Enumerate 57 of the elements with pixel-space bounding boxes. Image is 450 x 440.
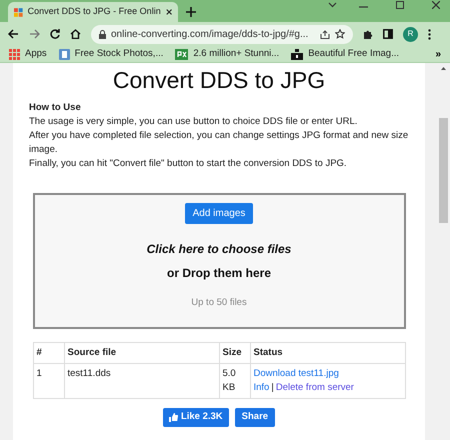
bookmark-item[interactable]: Free Stock Photos,...	[58, 46, 164, 62]
scroll-up-icon[interactable]	[441, 67, 446, 70]
download-link[interactable]: Download test11.jpg	[254, 367, 339, 381]
delete-link[interactable]: Delete from server	[276, 381, 354, 395]
puzzle-icon[interactable]	[363, 29, 373, 39]
thumbs-up-icon	[168, 413, 178, 422]
more-bookmarks-button[interactable]: »	[435, 46, 441, 62]
camera-icon	[291, 48, 304, 60]
link-separator: |	[271, 381, 274, 395]
back-arrow-icon[interactable]	[8, 29, 19, 39]
address-bar[interactable]: online-converting.com/image/dds-to-jpg/#g...	[91, 24, 353, 44]
new-tab-icon[interactable]	[186, 7, 196, 17]
table-cell: test11.dds	[64, 364, 219, 398]
page-title: Convert DDS to JPG	[112, 66, 326, 95]
close-icon[interactable]	[166, 8, 172, 16]
tab-title: Convert DDS to JPG - Free Onlin	[28, 5, 161, 18]
forward-arrow-icon[interactable]	[29, 29, 40, 39]
home-icon[interactable]	[70, 29, 81, 39]
column-header: #	[33, 342, 64, 364]
table-cell: 5.0 KB	[219, 364, 250, 398]
choose-files-text: Click here to choose files	[146, 241, 292, 258]
column-header: Size	[219, 342, 250, 364]
more-menu-icon[interactable]	[428, 28, 431, 40]
like-button[interactable]: Like 2.3K	[162, 408, 229, 427]
apps-grid-icon	[9, 48, 20, 60]
browser-tab[interactable]: Convert DDS to JPG - Free Onlin	[8, 2, 178, 22]
close-icon[interactable]	[432, 1, 440, 9]
table-cell: 1	[33, 364, 64, 398]
bookmark-item[interactable]: Beautiful Free Imag...	[291, 46, 400, 62]
bookmark-item[interactable]: 2.6 million+ Stunni...	[175, 46, 280, 62]
chevron-down-icon[interactable]	[328, 2, 337, 8]
instruction-text: After you have completed file selection, you can change settings JPG format and new size image.	[29, 129, 409, 157]
px-logo-icon	[175, 48, 188, 60]
scrollbar-thumb[interactable]	[439, 118, 448, 223]
column-header: Source file	[64, 342, 219, 364]
bookmark-item[interactable]: Apps	[9, 46, 47, 62]
drop-text: or Drop them here	[166, 265, 271, 282]
info-link[interactable]: Info	[254, 381, 270, 395]
url-text: online-converting.com/image/dds-to-jpg/#g...	[111, 28, 310, 42]
instruction-text: The usage is very simple, you can use button to choice DDS file or enter URL.	[29, 115, 358, 129]
profile-avatar[interactable]: R	[403, 26, 418, 42]
star-icon[interactable]	[335, 29, 345, 39]
section-heading: How to Use	[29, 101, 82, 115]
add-images-button[interactable]: Add images	[184, 203, 254, 224]
site-logo-icon	[14, 6, 23, 18]
reload-icon[interactable]	[50, 29, 60, 39]
photo-logo-icon	[58, 48, 70, 60]
drop-zone[interactable]: Add images Click here to choose files or Drop them here Up to 50 files	[32, 193, 406, 329]
lock-icon	[99, 30, 106, 38]
restore-icon[interactable]	[396, 1, 404, 9]
column-header: Status	[250, 342, 405, 364]
minimize-icon[interactable]	[359, 6, 368, 8]
file-limit-text: Up to 50 files	[191, 296, 247, 310]
instruction-text: Finally, you can hit "Convert file" button to start the conversion DDS to JPG.	[29, 157, 348, 171]
side-panel-icon[interactable]	[383, 29, 393, 39]
share-button[interactable]: Share	[234, 408, 276, 427]
share-icon[interactable]	[320, 30, 330, 38]
